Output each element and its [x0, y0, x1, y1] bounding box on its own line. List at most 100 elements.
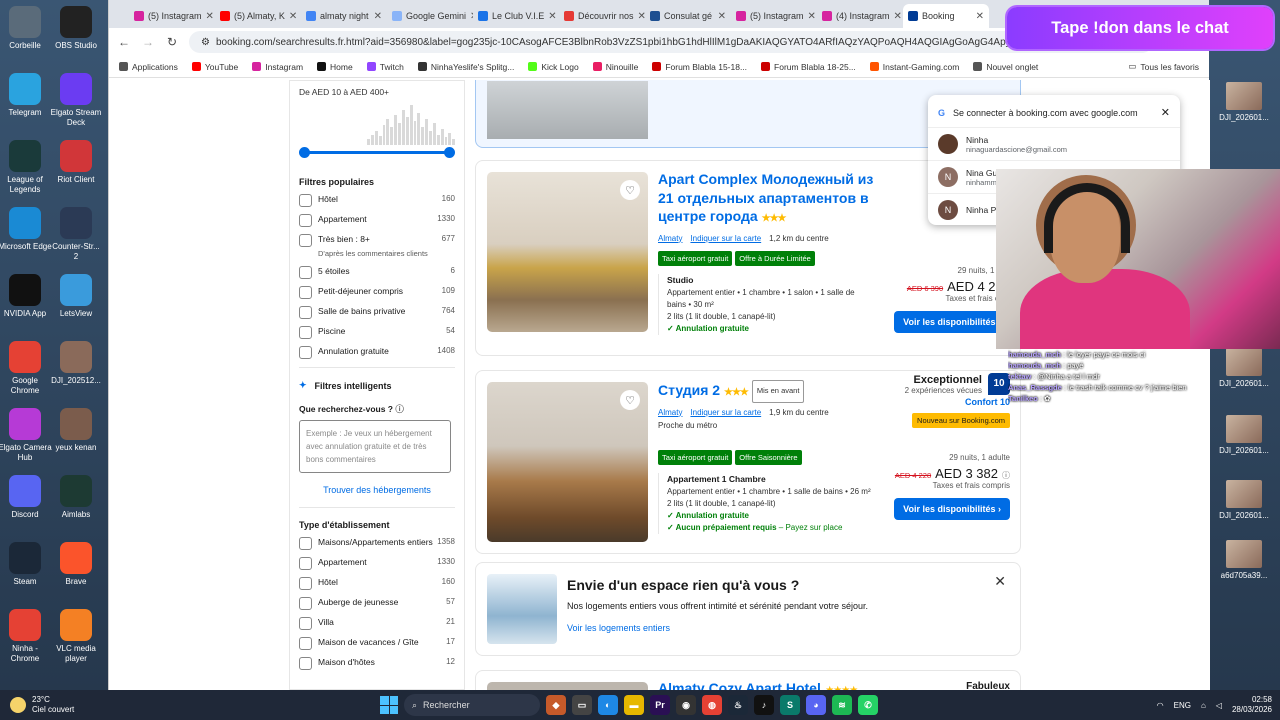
reload-icon[interactable]: ↻ — [165, 35, 179, 49]
desktop-shortcut[interactable]: Discord — [0, 475, 52, 520]
filter-checkbox[interactable] — [299, 346, 312, 359]
bookmark-item[interactable]: Home — [317, 62, 353, 72]
filter-checkbox[interactable] — [299, 266, 312, 279]
filter-option[interactable]: Très bien : 8+ D'après les commentaires c… — [299, 234, 455, 259]
price-slider[interactable] — [299, 147, 455, 158]
weather-widget[interactable]: 23°C Ciel couvert — [0, 695, 160, 715]
tiktok-icon[interactable]: ♪ — [754, 695, 774, 715]
browser-tab[interactable]: Le Club V.I.E ✕ — [473, 4, 559, 28]
desktop-shortcut[interactable]: DJI_202512... — [49, 341, 103, 386]
bookmark-item[interactable]: Forum Blabla 18-25... — [761, 62, 856, 72]
desktop-shortcut[interactable]: Corbeille — [0, 6, 52, 51]
desktop-shortcut[interactable]: VLC media player — [49, 609, 103, 664]
site-info-icon[interactable]: ⚙ — [201, 37, 210, 48]
listing-photo[interactable] — [487, 682, 648, 690]
browser-tab[interactable]: Découvrir nos ✕ — [559, 4, 645, 28]
browser-tab[interactable]: (4) Instagram ✕ — [817, 4, 903, 28]
listing-photo[interactable]: ♡ — [487, 382, 648, 542]
close-tab-icon[interactable]: ✕ — [976, 11, 984, 22]
discord-taskbar-icon[interactable]: ◕ — [806, 695, 826, 715]
info-icon[interactable]: ⓘ — [395, 404, 404, 414]
close-icon[interactable]: ✕ — [994, 573, 1006, 590]
desktop-shortcut[interactable]: Microsoft Edge — [0, 207, 52, 252]
volume-icon[interactable]: ◁ — [1216, 701, 1222, 710]
see-availability-button[interactable]: Voir les disponibilités › — [894, 311, 1010, 333]
filter-option[interactable]: Appartement 1330 — [299, 214, 455, 227]
price-max-handle[interactable] — [444, 147, 455, 158]
desktop-shortcut[interactable]: OBS Studio — [49, 6, 103, 51]
filter-option[interactable]: Auberge de jeunesse 57 — [299, 597, 455, 610]
browser-tab[interactable]: (5) Almaty, K ✕ — [215, 4, 301, 28]
desktop-shortcut[interactable]: yeux kenan — [49, 408, 103, 453]
filter-checkbox[interactable] — [299, 306, 312, 319]
filter-option[interactable]: Maison de vacances / Gîte 17 — [299, 637, 455, 650]
review-score[interactable]: 10 — [988, 373, 1010, 395]
bookmark-item[interactable]: Twitch — [366, 62, 404, 72]
browser-tab[interactable]: almaty night ✕ — [301, 4, 387, 28]
price-info-icon[interactable]: ⓘ — [1002, 470, 1010, 481]
filter-checkbox[interactable] — [299, 537, 312, 550]
chrome-taskbar-icon[interactable]: ◍ — [702, 695, 722, 715]
close-tab-icon[interactable]: ✕ — [638, 11, 645, 22]
google-account-option[interactable]: Ninha ninaguardascione@gmail.com — [928, 127, 1180, 160]
task-view-icon[interactable]: ▭ — [572, 695, 592, 715]
wifi-icon[interactable]: ◠ — [1157, 701, 1164, 710]
steam-taskbar-icon[interactable]: ♨ — [728, 695, 748, 715]
filter-option[interactable]: Maisons/Appartements entiers 1358 — [299, 537, 455, 550]
smart-filter-textarea[interactable]: Exemple : Je veux un hébergement avec an… — [299, 420, 451, 473]
close-tab-icon[interactable]: ✕ — [289, 11, 297, 22]
browser-tab[interactable]: Booking ✕ — [903, 4, 989, 28]
desktop-shortcut[interactable]: Elgato Stream Deck — [49, 73, 103, 128]
filter-option[interactable]: Salle de bains privative 764 — [299, 306, 455, 319]
browser-tab[interactable]: Consulat gé ✕ — [645, 4, 731, 28]
filter-checkbox[interactable] — [299, 326, 312, 339]
filter-option[interactable]: Piscine 54 — [299, 326, 455, 339]
close-tab-icon[interactable]: ✕ — [894, 11, 902, 22]
desktop-file[interactable]: DJI_202601... — [1217, 348, 1271, 389]
close-tab-icon[interactable]: ✕ — [374, 11, 382, 22]
browser-tab[interactable]: (5) Instagram ✕ — [731, 4, 817, 28]
bookmark-item[interactable]: Forum Blabla 15-18... — [652, 62, 747, 72]
desktop-shortcut[interactable]: Brave — [49, 542, 103, 587]
filter-option[interactable]: Annulation gratuite 1408 — [299, 346, 455, 359]
desktop-file[interactable]: DJI_202601... — [1217, 82, 1271, 123]
desktop-shortcut[interactable]: NVIDIA App — [0, 274, 52, 319]
spotify-icon[interactable]: ≋ — [832, 695, 852, 715]
show-on-map-link[interactable]: Indiquer sur la carte — [690, 408, 761, 417]
desktop-shortcut[interactable]: Counter-Str... 2 — [49, 207, 103, 262]
desktop-file[interactable]: DJI_202601... — [1217, 480, 1271, 521]
desktop-shortcut[interactable]: Google Chrome — [0, 341, 52, 396]
browser-tab[interactable]: Google Gemini✕ — [387, 4, 473, 28]
filter-option[interactable]: Maison d'hôtes 12 — [299, 657, 455, 670]
desktop-shortcut[interactable]: Riot Client — [49, 140, 103, 185]
close-icon[interactable]: ✕ — [1161, 106, 1170, 119]
listing-photo[interactable]: ♡ — [487, 172, 648, 332]
filter-checkbox[interactable] — [299, 657, 312, 670]
listing-title[interactable]: Almaty Cozy Apart Hotel — [658, 680, 821, 690]
bookmark-item[interactable]: Instant-Gaming.com — [869, 62, 959, 72]
desktop-shortcut[interactable]: Steam — [0, 542, 52, 587]
see-availability-button[interactable]: Voir les disponibilités › — [894, 498, 1010, 520]
filter-checkbox[interactable] — [299, 234, 312, 247]
premiere-icon[interactable]: Pr — [650, 695, 670, 715]
desktop-file[interactable]: DJI_202601... — [1217, 415, 1271, 456]
desktop-shortcut[interactable]: Ninha - Chrome — [0, 609, 52, 664]
filter-checkbox[interactable] — [299, 194, 312, 207]
filter-option[interactable]: Hôtel 160 — [299, 577, 455, 590]
previous-listing-photo[interactable] — [487, 81, 648, 139]
city-link[interactable]: Almaty — [658, 234, 682, 243]
forward-icon[interactable]: → — [141, 35, 155, 49]
clock[interactable]: 02:58 28/03/2026 — [1232, 695, 1272, 715]
close-tab-icon[interactable]: ✕ — [808, 11, 816, 22]
save-heart-icon[interactable]: ♡ — [620, 390, 640, 410]
desktop-shortcut[interactable]: Aimlabs — [49, 475, 103, 520]
show-on-map-link[interactable]: Indiquer sur la carte — [690, 234, 761, 243]
browser-tab[interactable]: (5) Instagram ✕ — [129, 4, 215, 28]
lang-indicator[interactable]: ENG — [1174, 701, 1191, 710]
all-bookmarks-folder[interactable]: ▭ Tous les favoris — [1128, 61, 1199, 72]
taskbar-search[interactable]: ⌕ Rechercher — [404, 694, 540, 716]
filter-checkbox[interactable] — [299, 214, 312, 227]
promo-link[interactable]: Voir les logements entiers — [567, 623, 670, 633]
desktop-shortcut[interactable]: Telegram — [0, 73, 52, 118]
bookmark-item[interactable]: Kick Logo — [528, 62, 579, 72]
